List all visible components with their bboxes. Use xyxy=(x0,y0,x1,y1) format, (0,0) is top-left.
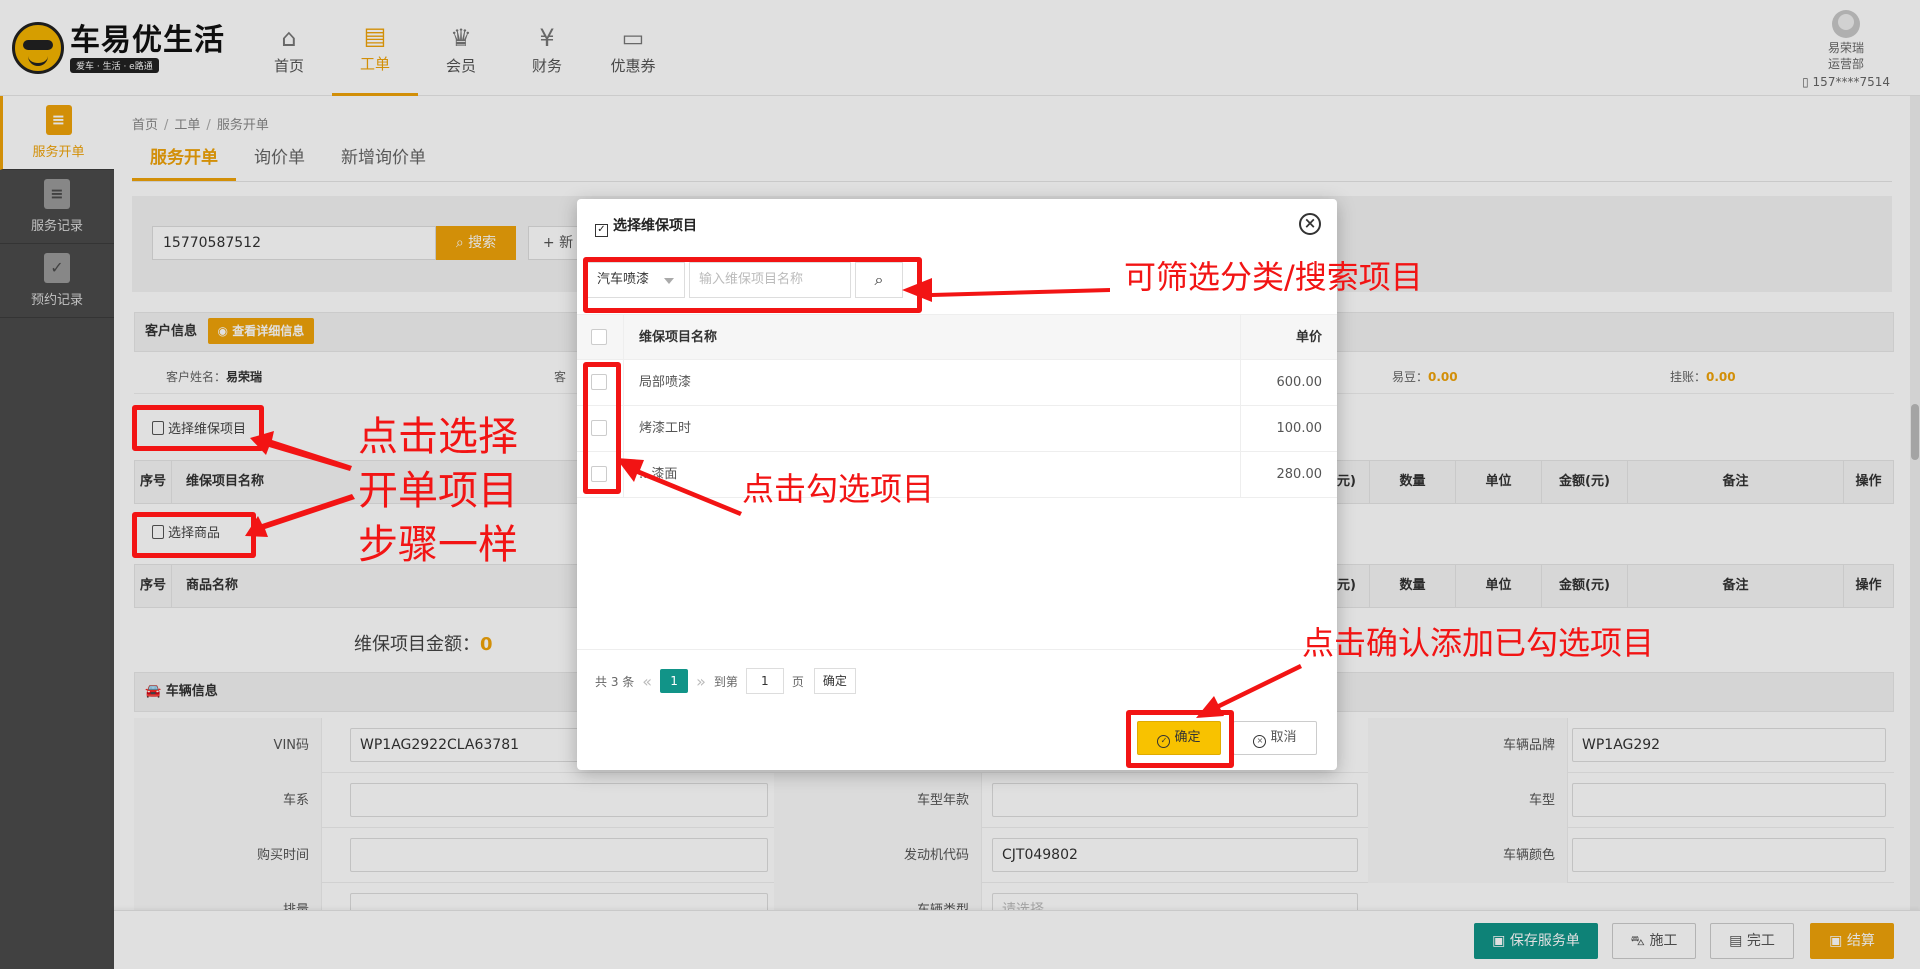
annotation-filter: 可筛选分类/搜索项目 xyxy=(1124,258,1423,296)
arrow-confirm xyxy=(1196,664,1302,718)
annotation-arrows xyxy=(245,278,1302,718)
annotation-step-line2: 开单项目 xyxy=(358,468,518,514)
annotation-confirm: 点击确认添加已勾选项目 xyxy=(1302,624,1655,662)
arrow-select-maintenance xyxy=(250,431,352,471)
annotation-check: 点击勾选项目 xyxy=(742,470,935,508)
arrow-select-goods xyxy=(245,494,355,537)
annotation-step-line1: 点击选择 xyxy=(358,414,518,460)
annotation-step-line3: 步骤一样 xyxy=(358,522,518,568)
arrow-check xyxy=(616,458,742,516)
arrow-filter xyxy=(902,278,1110,302)
